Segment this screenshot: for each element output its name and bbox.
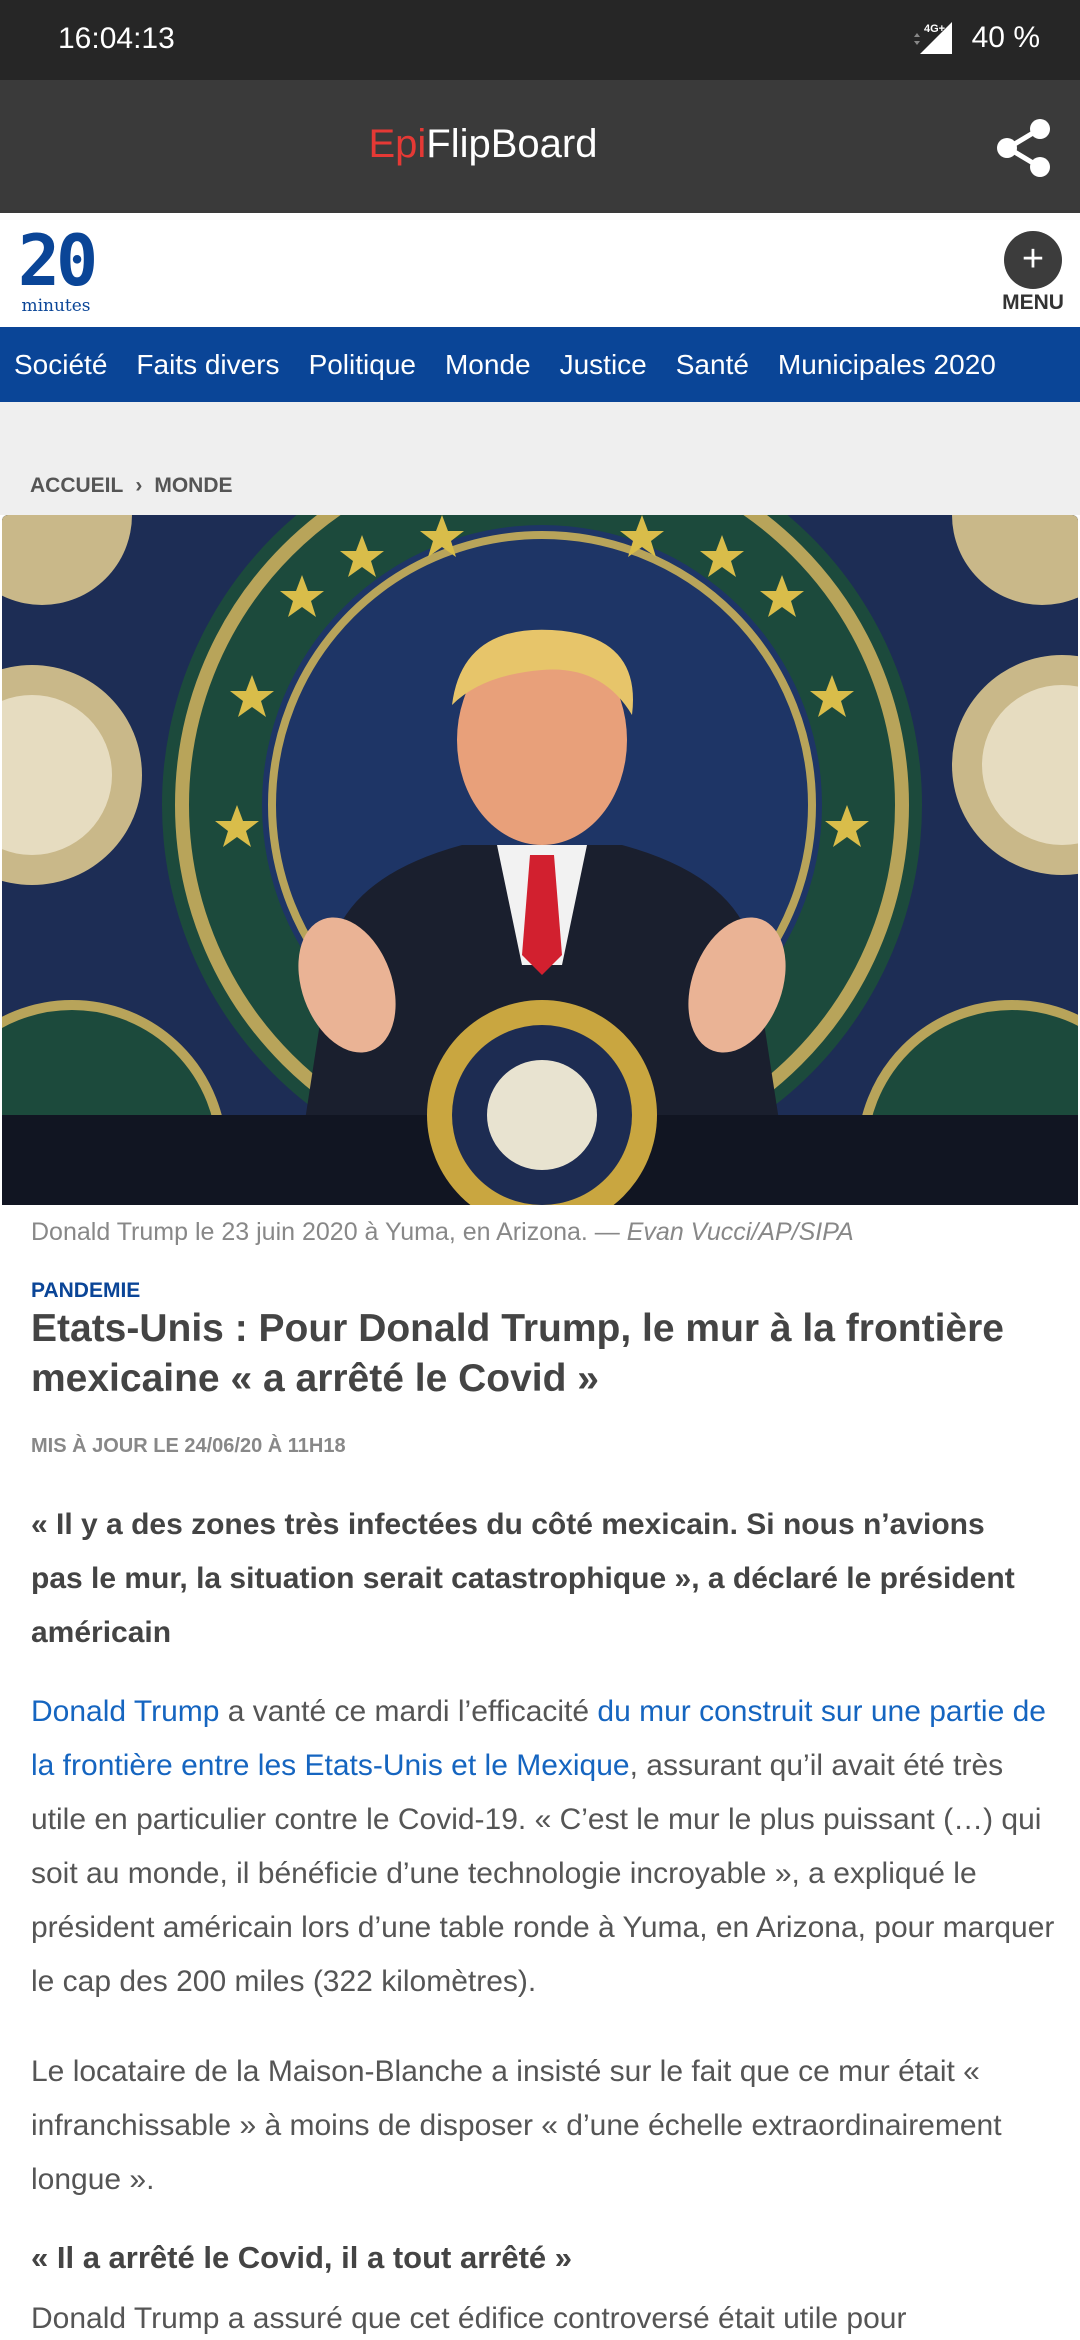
caption-credit: Evan Vucci/AP/SIPA — [626, 1218, 854, 1246]
article-paragraph: Donald Trump a assuré que cet édifice co… — [31, 2302, 907, 2335]
article-lead: « Il y a des zones très infectées du côt… — [31, 1508, 1015, 1649]
breadcrumb-home[interactable]: ACCUEIL — [30, 474, 123, 498]
category-nav: Société Faits divers Politique Monde Jus… — [0, 327, 1080, 402]
category-monde[interactable]: Monde — [445, 349, 531, 381]
article-subheading: « Il a arrêté le Covid, il a tout arrêté… — [31, 2240, 572, 2275]
article-updated: MIS À JOUR LE 24/06/20 À 11H18 — [31, 1435, 346, 1457]
paragraph-text: a vanté ce mardi l’efficacité — [219, 1695, 598, 1728]
menu-button[interactable]: + MENU — [1001, 231, 1065, 315]
network-label: 4G+ — [924, 23, 945, 35]
share-icon[interactable] — [994, 118, 1054, 178]
article-kicker[interactable]: PANDEMIE — [31, 1279, 140, 1303]
app-title: EpiFlipBoard — [0, 122, 966, 167]
breadcrumb: ACCUEIL › MONDE — [30, 474, 233, 498]
article-paragraph: Le locataire de la Maison-Blanche a insi… — [31, 2055, 1002, 2196]
image-caption: Donald Trump le 23 juin 2020 à Yuma, en … — [31, 1218, 1051, 1247]
signal-icon: 4G+ — [912, 20, 958, 56]
link-donald-trump[interactable]: Donald Trump — [31, 1695, 219, 1728]
breadcrumb-separator: › — [135, 474, 143, 497]
article-paragraph: Donald Trump a vanté ce mardi l’efficaci… — [31, 1685, 1056, 2009]
category-sante[interactable]: Santé — [676, 349, 749, 381]
app-title-prefix: Epi — [368, 122, 427, 166]
breadcrumb-section[interactable]: MONDE — [154, 474, 232, 498]
paragraph-text: , assurant qu’il avait été très utile en… — [31, 1749, 1055, 1998]
site-logo[interactable]: 20 minutes — [14, 220, 104, 317]
category-politique[interactable]: Politique — [309, 349, 416, 381]
article-hero-image[interactable] — [2, 515, 1078, 1205]
menu-label: MENU — [1002, 291, 1064, 314]
app-bar: EpiFlipBoard — [0, 80, 1080, 213]
plus-icon: + — [1004, 231, 1062, 289]
category-justice[interactable]: Justice — [560, 349, 647, 381]
caption-text: Donald Trump le 23 juin 2020 à Yuma, en … — [31, 1218, 627, 1246]
logo-number: 20 — [18, 227, 94, 302]
status-right: 4G+ 40 % — [912, 20, 1040, 56]
category-faits-divers[interactable]: Faits divers — [136, 349, 279, 381]
logo-word: minutes — [21, 296, 90, 316]
status-time: 16:04:13 — [58, 22, 175, 55]
site-header: 20 minutes + MENU — [0, 213, 1080, 327]
breadcrumb-bar: ACCUEIL › MONDE — [0, 402, 1080, 515]
category-societe[interactable]: Société — [14, 349, 107, 381]
category-municipales[interactable]: Municipales 2020 — [778, 349, 996, 381]
article-headline: Etats-Unis : Pour Donald Trump, le mur à… — [31, 1307, 1004, 1400]
app-title-suffix: FlipBoard — [426, 122, 598, 166]
status-bar: 16:04:13 4G+ 40 % — [0, 0, 1080, 80]
battery-text: 40 % — [971, 21, 1040, 54]
